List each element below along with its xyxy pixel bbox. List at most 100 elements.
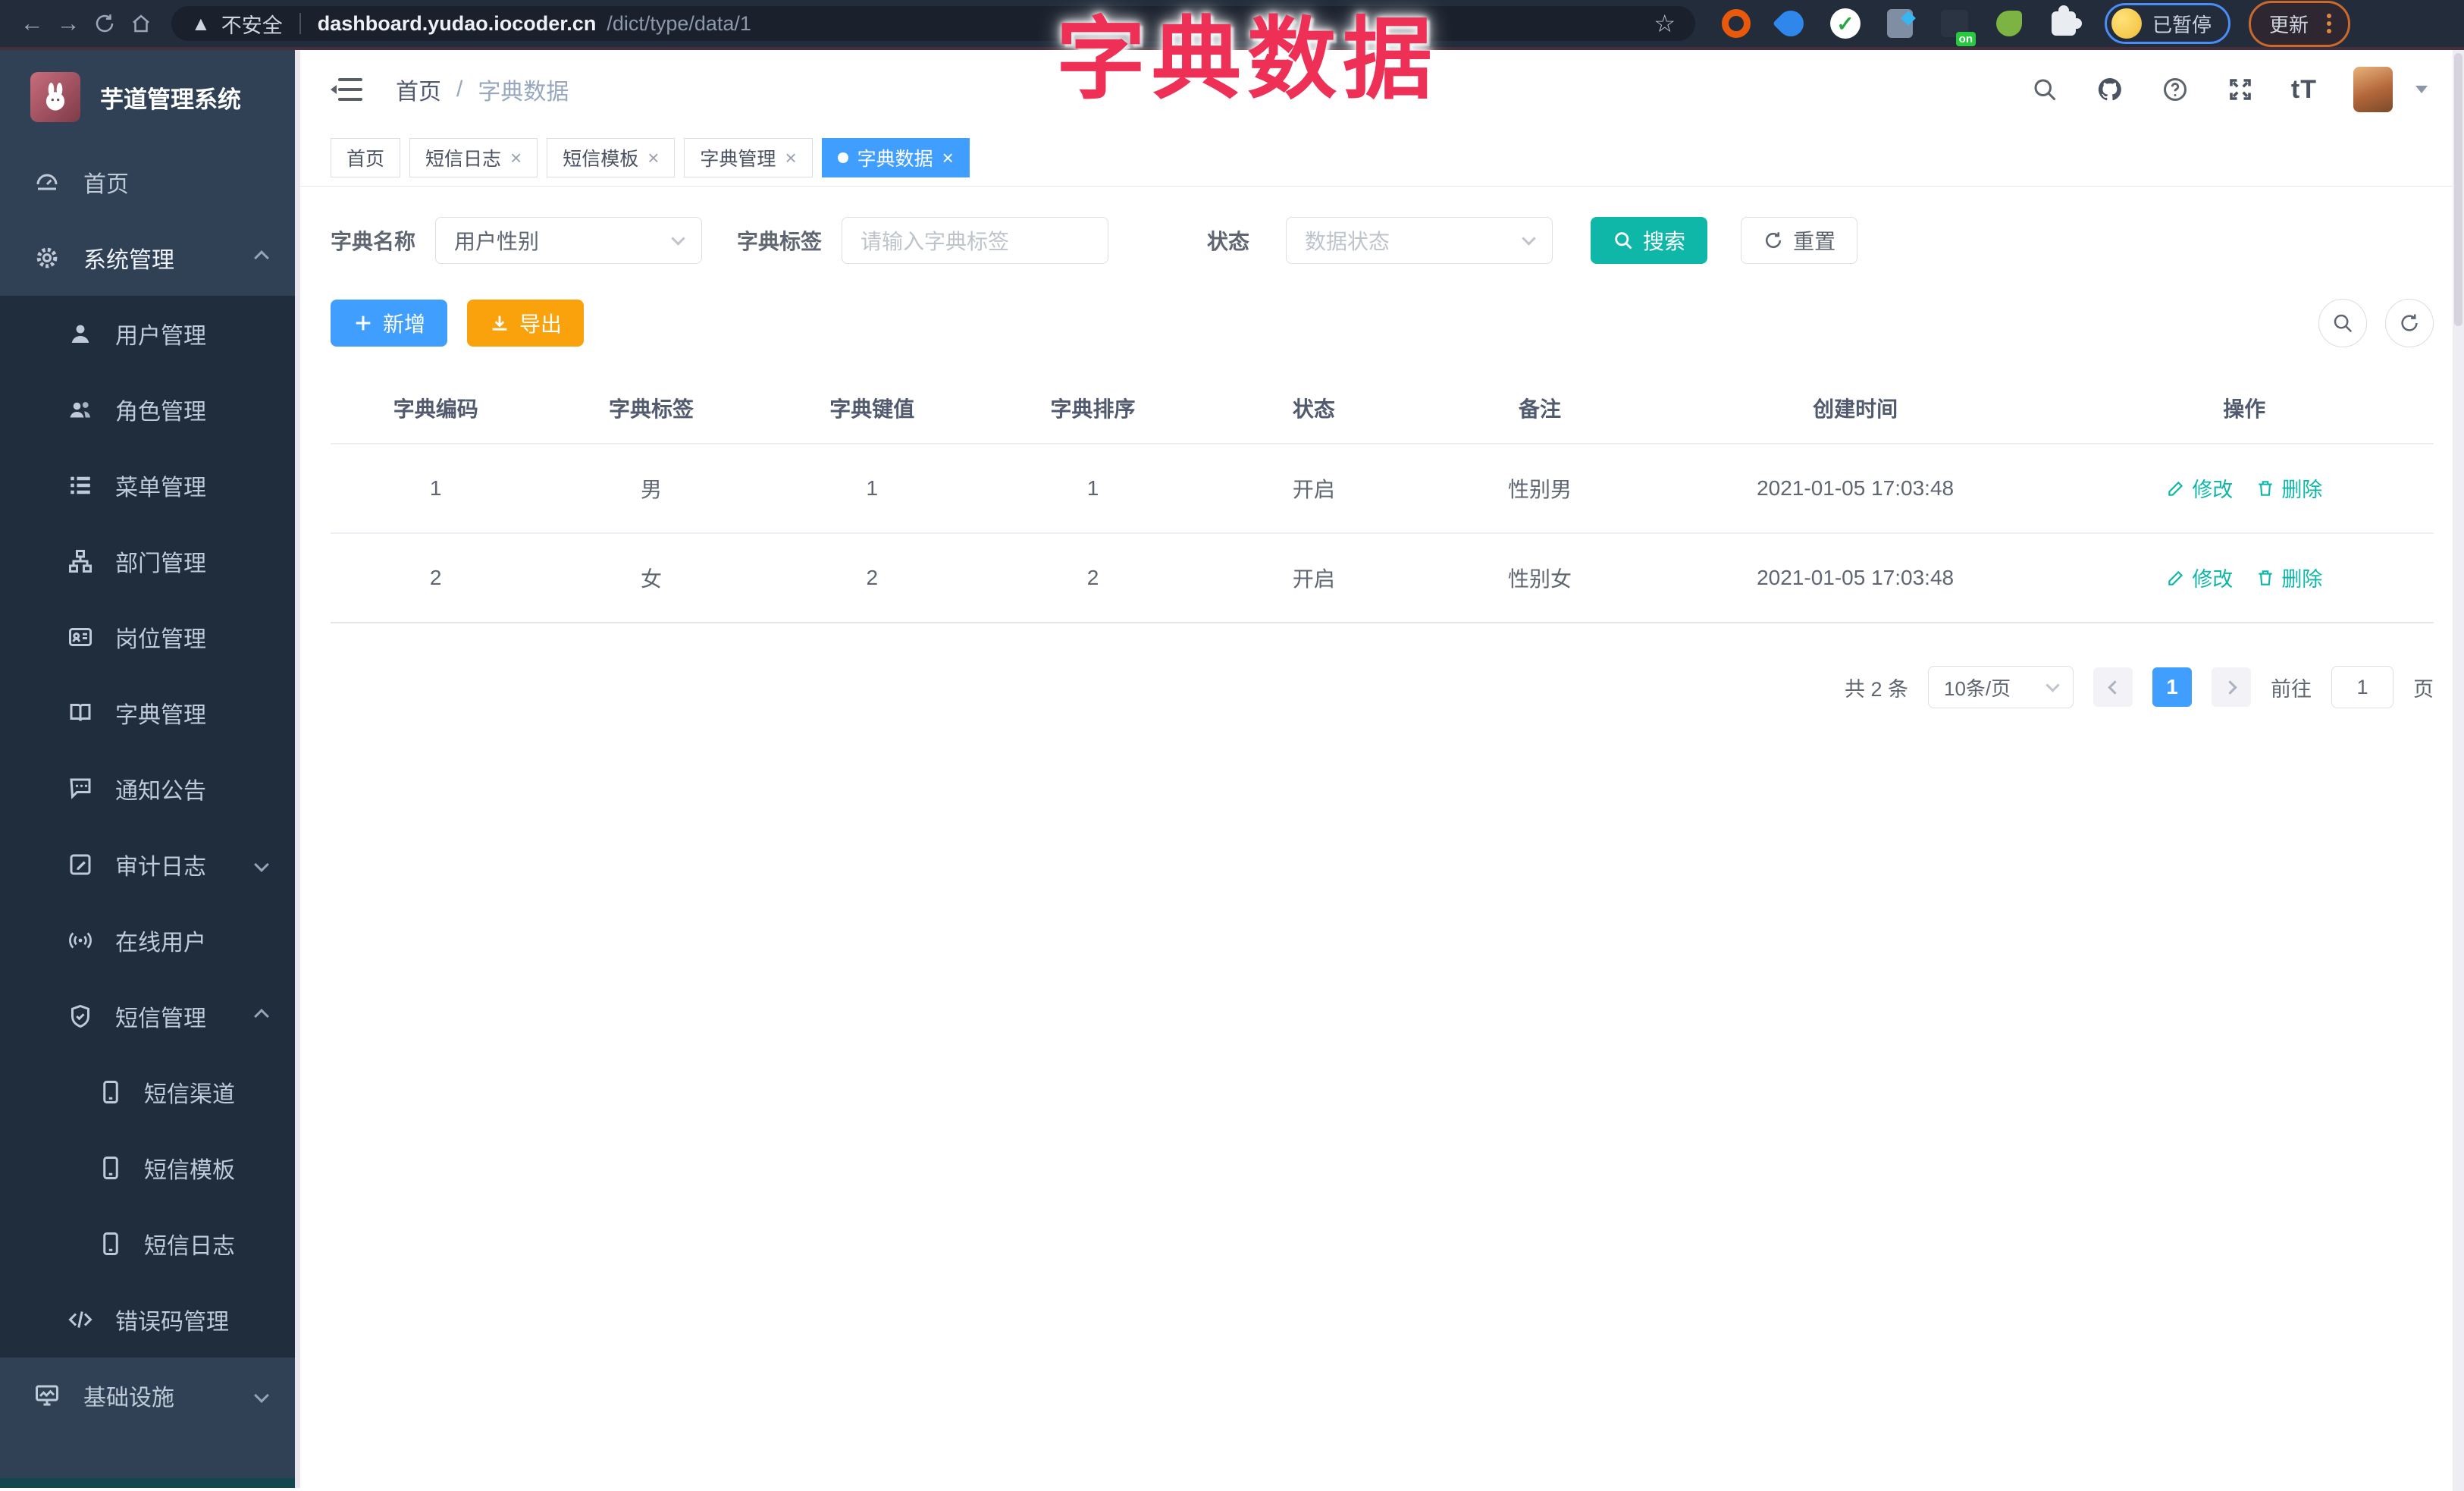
- sidebar-item-online-users[interactable]: 在线用户: [0, 902, 300, 978]
- gear-icon: [33, 244, 61, 272]
- font-size-icon[interactable]: tT: [2291, 75, 2317, 105]
- sidebar-item-audit-log[interactable]: 审计日志: [0, 827, 300, 902]
- github-icon[interactable]: [2096, 75, 2124, 104]
- sidebar-item-user-management[interactable]: 用户管理: [0, 296, 300, 372]
- sidebar-item-error-code-management[interactable]: 错误码管理: [0, 1282, 300, 1358]
- browser-update-button[interactable]: 更新: [2249, 0, 2351, 47]
- sidebar-bottom-strip: [0, 1478, 300, 1488]
- status-select[interactable]: 数据状态: [1286, 217, 1553, 264]
- help-icon[interactable]: [2161, 75, 2190, 104]
- dashboard-icon: [33, 168, 61, 196]
- extensions-puzzle-icon[interactable]: [2049, 8, 2079, 39]
- dict-name-label: 字典名称: [331, 230, 416, 253]
- reset-button[interactable]: 重置: [1741, 217, 1858, 264]
- sidebar-item-system-management[interactable]: 系统管理: [0, 220, 300, 296]
- edit-link[interactable]: 修改: [2166, 563, 2233, 592]
- sidebar-item-label: 角色管理: [115, 400, 206, 425]
- chevron-down-icon: [671, 231, 685, 246]
- table-cell: 1: [331, 444, 541, 534]
- address-bar[interactable]: ▲ 不安全 dashboard.yudao.iocoder.cn /dict/t…: [171, 6, 1695, 41]
- sidebar-item-sms-log[interactable]: 短信日志: [0, 1206, 300, 1282]
- tab-label: 字典数据: [857, 148, 933, 170]
- back-icon[interactable]: ←: [14, 5, 50, 42]
- current-page[interactable]: 1: [2152, 667, 2192, 707]
- sidebar-item-home[interactable]: 首页: [0, 144, 300, 220]
- add-button[interactable]: 新增: [331, 300, 448, 347]
- tab-dict-data[interactable]: 字典数据 ×: [821, 137, 970, 177]
- chevron-down-icon: [1522, 231, 1536, 246]
- update-label: 更新: [2269, 13, 2309, 36]
- edit-link[interactable]: 修改: [2166, 473, 2233, 503]
- goto-page-input[interactable]: [2331, 666, 2393, 708]
- scrollbar-thumb[interactable]: [2454, 53, 2462, 326]
- tab-sms-log[interactable]: 短信日志 ×: [409, 137, 538, 177]
- bookmark-star-icon[interactable]: ☆: [1654, 9, 1676, 38]
- dict-label-input[interactable]: 请输入字典标签: [842, 217, 1109, 264]
- export-button[interactable]: 导出: [467, 300, 585, 347]
- trash-icon: [2256, 568, 2275, 588]
- sidebar-scrollbar[interactable]: [295, 50, 300, 1488]
- sidebar-item-post-management[interactable]: 岗位管理: [0, 599, 300, 675]
- extension-grey-icon[interactable]: [1885, 8, 1915, 39]
- browser-profile-button[interactable]: 已暂停: [2105, 3, 2231, 44]
- sidebar-item-label: 系统管理: [83, 248, 174, 273]
- sidebar-item-sms-template[interactable]: 短信模板: [0, 1130, 300, 1206]
- logo-rabbit-image: [30, 72, 80, 122]
- tab-home[interactable]: 首页: [331, 137, 401, 177]
- table-cell: 开启: [1203, 444, 1425, 534]
- monitor-icon: [33, 1382, 61, 1409]
- search-icon[interactable]: [2030, 75, 2059, 104]
- total-count: 共 2 条: [1844, 677, 1908, 701]
- sidebar-item-menu-management[interactable]: 菜单管理: [0, 447, 300, 523]
- chevron-up-icon: [254, 1009, 269, 1024]
- sidebar-item-sms-channel[interactable]: 短信渠道: [0, 1054, 300, 1130]
- extension-check-icon[interactable]: ✓: [1830, 8, 1861, 39]
- kebab-menu-icon[interactable]: [2327, 21, 2332, 26]
- sidebar-item-notice-announcement[interactable]: 通知公告: [0, 751, 300, 827]
- column-header: 字典标签: [541, 372, 762, 444]
- tab-sms-template[interactable]: 短信模板 ×: [547, 137, 676, 177]
- reload-icon[interactable]: [86, 5, 123, 42]
- sidebar-item-label: 短信管理: [115, 1006, 206, 1031]
- page-scrollbar[interactable]: [2453, 50, 2464, 1491]
- column-header: 字典排序: [982, 372, 1204, 444]
- extension-dark-icon[interactable]: on: [1939, 8, 1976, 46]
- sidebar-item-dict-management[interactable]: 字典管理: [0, 675, 300, 751]
- user-avatar[interactable]: [2353, 67, 2393, 112]
- dict-name-select[interactable]: 用户性别: [435, 217, 703, 264]
- hamburger-icon[interactable]: [331, 76, 362, 103]
- column-header: 备注: [1424, 372, 1656, 444]
- close-icon[interactable]: ×: [785, 148, 796, 168]
- extension-orange-icon[interactable]: [1721, 8, 1751, 39]
- prev-page-button[interactable]: [2093, 667, 2133, 707]
- sidebar-item-infrastructure[interactable]: 基础设施: [0, 1358, 300, 1433]
- close-icon[interactable]: ×: [647, 148, 659, 168]
- delete-link[interactable]: 删除: [2256, 563, 2322, 592]
- home-icon[interactable]: [123, 5, 159, 42]
- show-search-button[interactable]: [2318, 299, 2367, 347]
- sidebar-item-dept-management[interactable]: 部门管理: [0, 523, 300, 599]
- next-page-button[interactable]: [2212, 667, 2251, 707]
- refresh-button[interactable]: [2385, 299, 2434, 347]
- close-icon[interactable]: ×: [942, 148, 954, 168]
- sidebar-logo[interactable]: 芋道管理系统: [0, 50, 300, 144]
- forward-icon[interactable]: →: [50, 5, 86, 42]
- delete-link[interactable]: 删除: [2256, 473, 2322, 503]
- extension-leaf-icon[interactable]: [1994, 8, 2024, 39]
- extension-drop-icon[interactable]: [1772, 5, 1810, 42]
- table-cell: 1: [982, 444, 1204, 534]
- message-bubble-icon: [67, 775, 94, 802]
- sidebar-item-sms-management[interactable]: 短信管理: [0, 978, 300, 1054]
- sidebar-item-role-management[interactable]: 角色管理: [0, 372, 300, 447]
- page-size-select[interactable]: 10条/页: [1928, 666, 2074, 708]
- caret-down-icon[interactable]: [2415, 86, 2428, 93]
- column-header: 字典键值: [761, 372, 983, 444]
- breadcrumb-home[interactable]: 首页: [396, 73, 441, 106]
- search-button[interactable]: 搜索: [1591, 217, 1708, 264]
- fullscreen-icon[interactable]: [2226, 75, 2255, 104]
- breadcrumb-separator: /: [456, 77, 463, 102]
- tab-dict-management[interactable]: 字典管理 ×: [684, 137, 813, 177]
- sidebar-item-label: 通知公告: [115, 779, 206, 804]
- sidebar-menu: 首页系统管理用户管理角色管理菜单管理 部门管理 岗位管理 字典管理通知公告审计日志 在线…: [0, 144, 300, 1433]
- close-icon[interactable]: ×: [510, 148, 522, 168]
